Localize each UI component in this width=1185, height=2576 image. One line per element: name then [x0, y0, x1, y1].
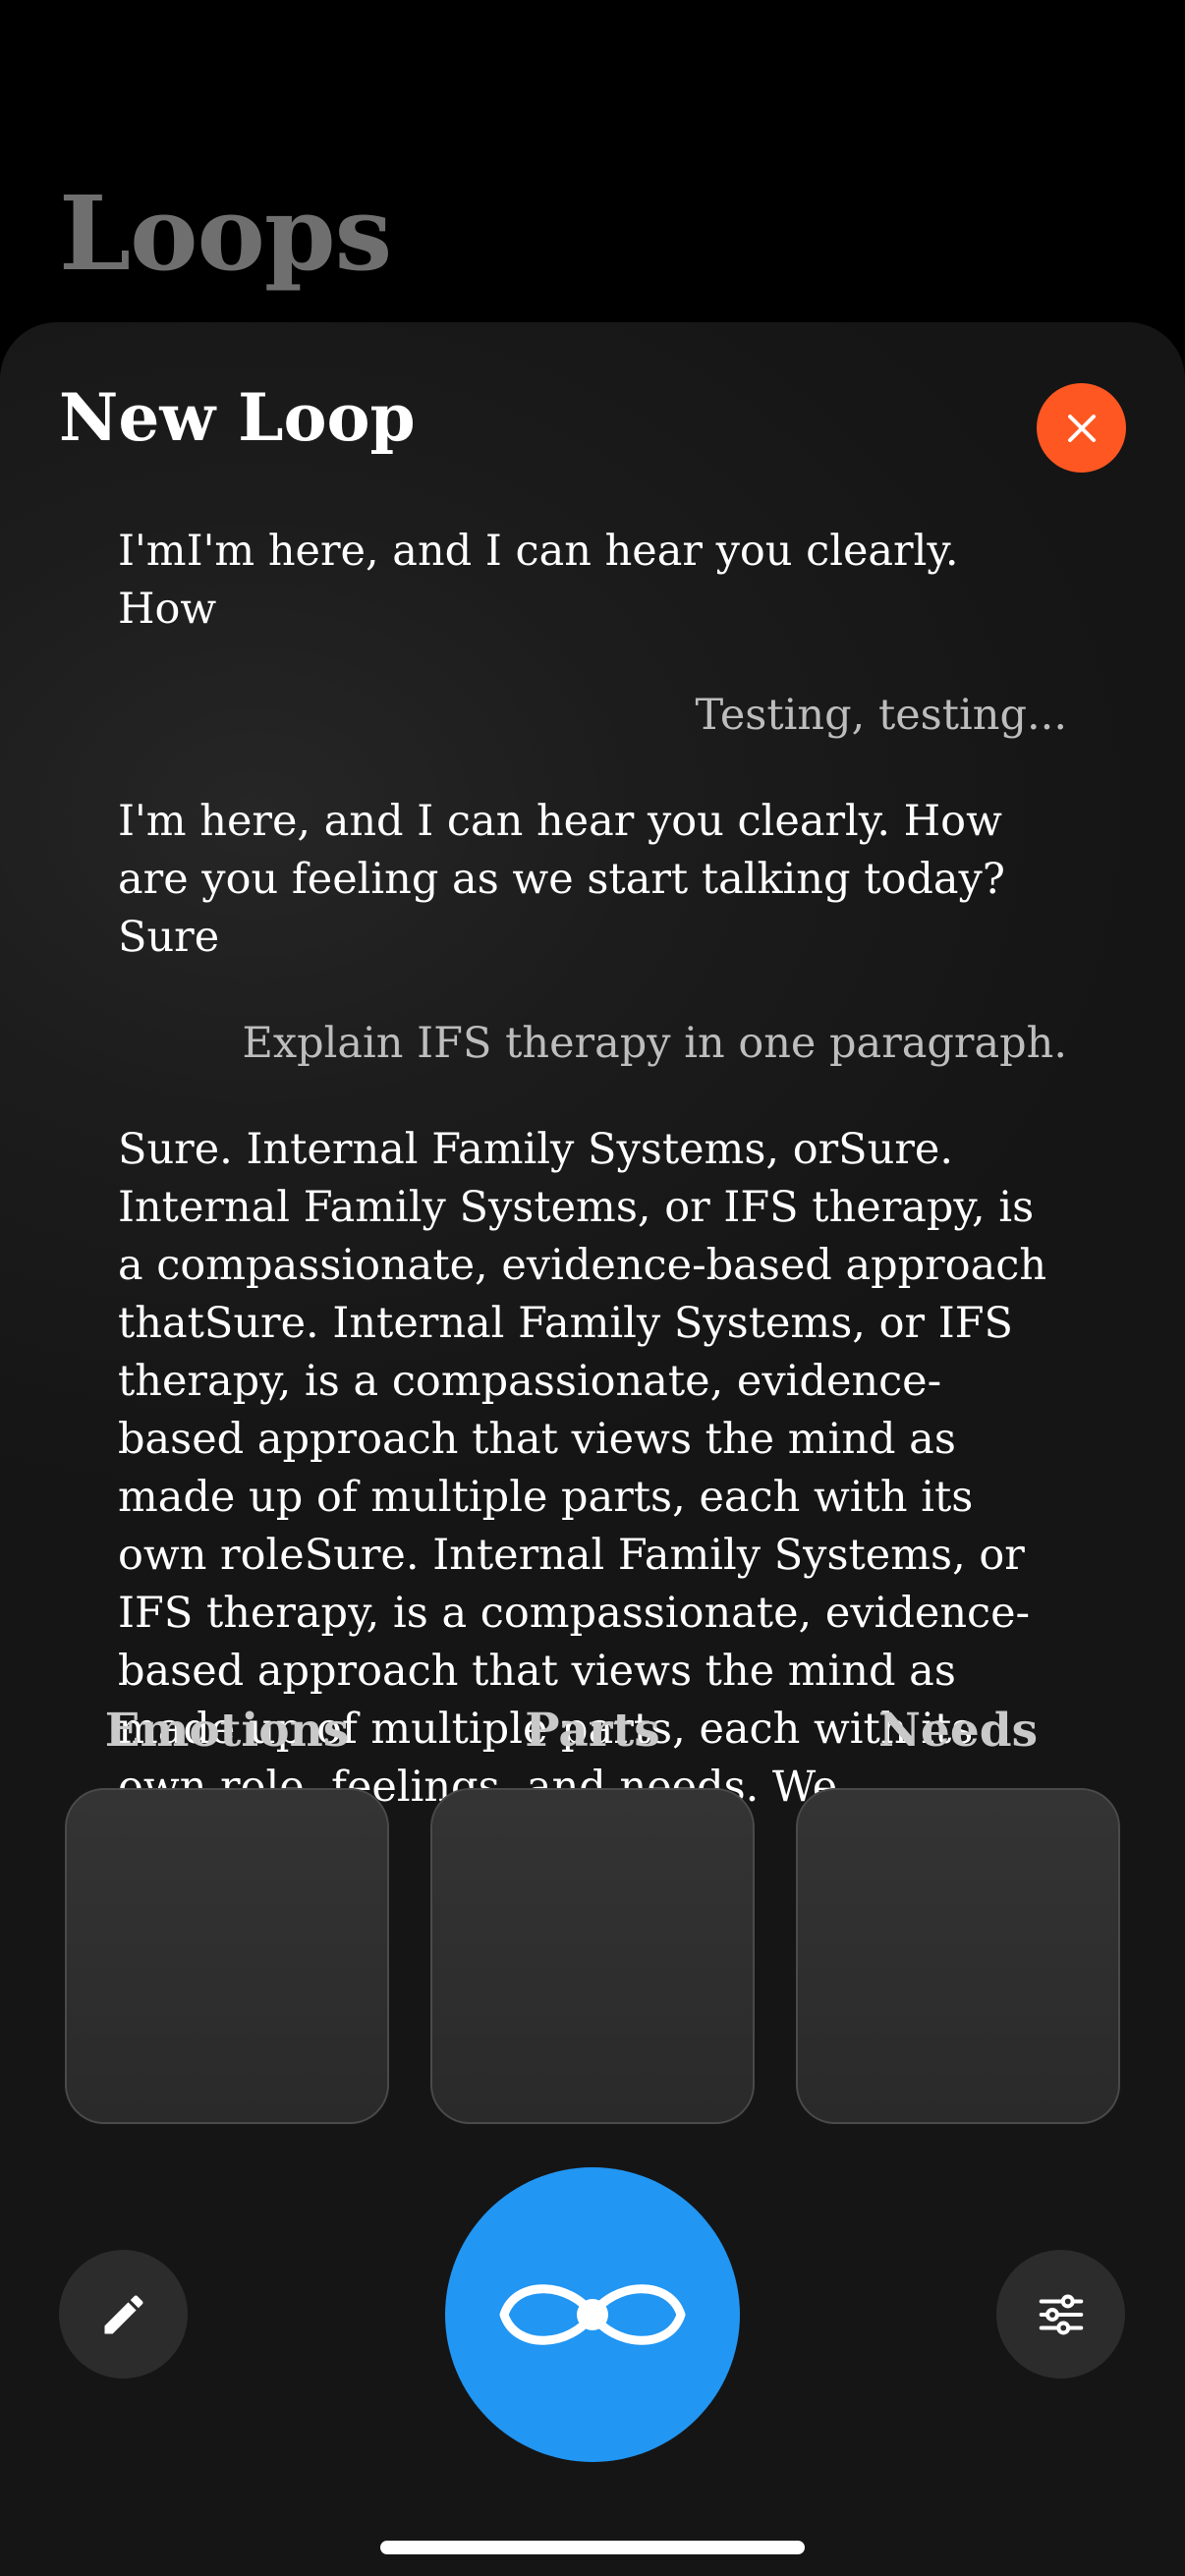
infinity-loop-icon [499, 2284, 686, 2345]
pencil-icon [104, 2294, 143, 2333]
needs-label: Needs [877, 1704, 1039, 1758]
user-message: Testing, testing... [695, 691, 1068, 740]
emotions-card[interactable] [65, 1788, 389, 2124]
parts-card[interactable] [430, 1788, 755, 2124]
assistant-message: I'mI'm here, and I can hear you clearly.… [118, 527, 959, 634]
transcript[interactable]: I'mI'm here, and I can hear you clearly.… [118, 523, 1067, 1977]
needs-column: Needs [796, 1704, 1120, 2124]
start-loop-button[interactable] [445, 2167, 740, 2462]
home-indicator[interactable] [380, 2541, 805, 2554]
new-loop-sheet: New Loop I'mI'm here, and I can hear you… [0, 322, 1185, 2576]
sheet-title: New Loop [59, 379, 416, 456]
settings-button[interactable] [996, 2250, 1125, 2379]
parts-column: Parts [430, 1704, 755, 2124]
user-message: Explain IFS therapy in one paragraph. [242, 1019, 1068, 1068]
sliders-icon [1039, 2294, 1083, 2334]
close-button[interactable] [1037, 383, 1126, 473]
needs-card[interactable] [796, 1788, 1120, 2124]
edit-button[interactable] [59, 2250, 188, 2379]
assistant-message: I'm here, and I can hear you clearly. Ho… [118, 797, 1005, 962]
app-title: Loops [59, 173, 392, 294]
emotions-label: Emotions [104, 1704, 350, 1758]
parts-label: Parts [525, 1704, 660, 1758]
close-icon [1067, 414, 1096, 442]
emotions-column: Emotions [65, 1704, 389, 2124]
